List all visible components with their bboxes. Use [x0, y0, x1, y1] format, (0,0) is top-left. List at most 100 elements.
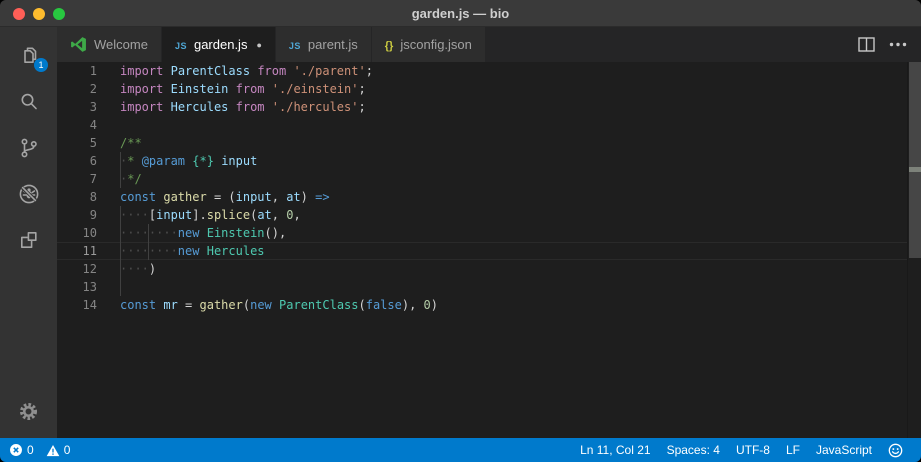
- source-control-icon: [17, 136, 41, 160]
- braces-icon: {}: [384, 40, 394, 52]
- ellipsis-icon: [889, 42, 907, 47]
- overview-ruler-marker: [909, 167, 921, 172]
- code-line-content[interactable]: import Hercules from './hercules';: [97, 98, 907, 116]
- indent-guide: [119, 278, 121, 296]
- code-line: 14 const mr = gather(new ParentClass(fals…: [57, 296, 907, 314]
- settings-icon: [17, 400, 40, 423]
- warning-icon: [46, 444, 60, 457]
- scrollbar-slider[interactable]: [909, 62, 921, 258]
- code-line: 7 ·*/: [57, 170, 907, 188]
- indent-guide: [119, 170, 121, 188]
- indent-guide: [148, 242, 150, 260]
- warnings-count: 0: [63, 443, 71, 457]
- status-language-mode[interactable]: JavaScript: [808, 438, 880, 462]
- code-line: 13: [57, 278, 907, 296]
- smiley-icon: [888, 443, 903, 458]
- debug-icon: [17, 182, 41, 206]
- title-bar: garden.js — bio: [0, 0, 921, 27]
- line-number[interactable]: 13: [57, 278, 97, 296]
- indent-guide: [119, 152, 121, 170]
- problems-warnings[interactable]: 0: [46, 443, 71, 457]
- code-line-content[interactable]: [97, 278, 907, 296]
- status-eol[interactable]: LF: [778, 438, 808, 462]
- modified-dot-icon[interactable]: ●: [256, 40, 261, 50]
- line-number[interactable]: 6: [57, 152, 97, 170]
- code-line-content[interactable]: /**: [97, 134, 907, 152]
- status-cursor-position[interactable]: Ln 11, Col 21: [572, 438, 659, 462]
- line-number[interactable]: 9: [57, 206, 97, 224]
- code-line: 11········new Hercules: [57, 242, 907, 260]
- code-line-content[interactable]: ·*/: [97, 170, 907, 188]
- line-number[interactable]: 1: [57, 62, 97, 80]
- rendered-whitespace: ····: [120, 208, 149, 222]
- line-number[interactable]: 11: [57, 242, 97, 260]
- code-line-content[interactable]: ········new Hercules: [97, 242, 907, 260]
- indent-guide: [119, 260, 121, 278]
- line-number[interactable]: 5: [57, 134, 97, 152]
- code-editor[interactable]: 1 import ParentClass from './parent'; 2 imp…: [57, 62, 921, 438]
- status-encoding[interactable]: UTF-8: [728, 438, 778, 462]
- status-feedback[interactable]: [880, 443, 911, 458]
- code-line-content[interactable]: ·* @param {*} input: [97, 152, 907, 170]
- line-number[interactable]: 4: [57, 116, 97, 134]
- line-number[interactable]: 14: [57, 296, 97, 314]
- indent-guide: [119, 224, 121, 242]
- line-number[interactable]: 12: [57, 260, 97, 278]
- code-line: 3 import Hercules from './hercules';: [57, 98, 907, 116]
- code-line-content[interactable]: ····[input].splice(at, 0,: [97, 206, 907, 224]
- tab-garden.js[interactable]: JS garden.js ●: [161, 27, 276, 62]
- tab-label: Welcome: [94, 37, 148, 52]
- line-number[interactable]: 3: [57, 98, 97, 116]
- code-line-content[interactable]: import ParentClass from './parent';: [97, 62, 907, 80]
- indent-guide: [148, 224, 150, 242]
- tab-label: jsconfig.json: [400, 37, 472, 52]
- activity-item-settings[interactable]: [0, 388, 57, 434]
- code-line-content[interactable]: const gather = (input, at) =>: [97, 188, 907, 206]
- error-icon: [9, 443, 23, 457]
- code-line: 9 ····[input].splice(at, 0,: [57, 206, 907, 224]
- activity-item-debug[interactable]: [0, 171, 57, 217]
- code-line-content[interactable]: ····): [97, 260, 907, 278]
- code-line: 10········new Einstein(),: [57, 224, 907, 242]
- code-line: 12 ····): [57, 260, 907, 278]
- code-line-content[interactable]: const mr = gather(new ParentClass(false)…: [97, 296, 907, 314]
- js-icon: JS: [174, 41, 187, 51]
- js-icon: JS: [288, 41, 301, 51]
- code-line: 6 ·* @param {*} input: [57, 152, 907, 170]
- tab-Welcome[interactable]: Welcome: [57, 27, 162, 62]
- problems-errors[interactable]: 0: [9, 443, 34, 457]
- search-icon: [17, 90, 41, 114]
- code-line-content[interactable]: ········new Einstein(),: [97, 224, 907, 242]
- activity-bar: 1: [0, 27, 57, 438]
- tab-label: parent.js: [307, 37, 358, 52]
- code-line-content[interactable]: [97, 116, 907, 134]
- activity-item-extensions[interactable]: [0, 217, 57, 263]
- tab-parent.js[interactable]: JS parent.js: [275, 27, 372, 62]
- code-line: 1 import ParentClass from './parent';: [57, 62, 907, 80]
- activity-item-explorer[interactable]: 1: [0, 33, 57, 79]
- split-editor-button[interactable]: [858, 37, 875, 52]
- line-number[interactable]: 8: [57, 188, 97, 206]
- editor-scrollbar[interactable]: [907, 62, 921, 438]
- tab-label: garden.js: [193, 37, 248, 52]
- errors-count: 0: [27, 443, 34, 457]
- more-actions-button[interactable]: [889, 42, 907, 47]
- code-line: 2 import Einstein from './einstein';: [57, 80, 907, 98]
- line-number[interactable]: 10: [57, 224, 97, 242]
- vscode-logo-icon: [70, 36, 87, 53]
- indent-guide: [119, 242, 121, 260]
- vscode-window: garden.js — bio 1 Welcome JS garden.js ● JS p…: [0, 0, 921, 462]
- extensions-icon: [17, 228, 41, 252]
- code-line: 5/**: [57, 134, 907, 152]
- split-editor-icon: [858, 37, 875, 52]
- activity-item-search[interactable]: [0, 79, 57, 125]
- tab-jsconfig.json[interactable]: {} jsconfig.json: [371, 27, 486, 62]
- code-line: 4: [57, 116, 907, 134]
- status-bar: 0 0 Ln 11, Col 21 Spaces: 4 UTF-8 LF JavaScri…: [0, 438, 921, 462]
- code-line-content[interactable]: import Einstein from './einstein';: [97, 80, 907, 98]
- line-number[interactable]: 7: [57, 170, 97, 188]
- explorer-badge: 1: [34, 58, 48, 72]
- line-number[interactable]: 2: [57, 80, 97, 98]
- activity-item-source-control[interactable]: [0, 125, 57, 171]
- status-indentation[interactable]: Spaces: 4: [659, 438, 728, 462]
